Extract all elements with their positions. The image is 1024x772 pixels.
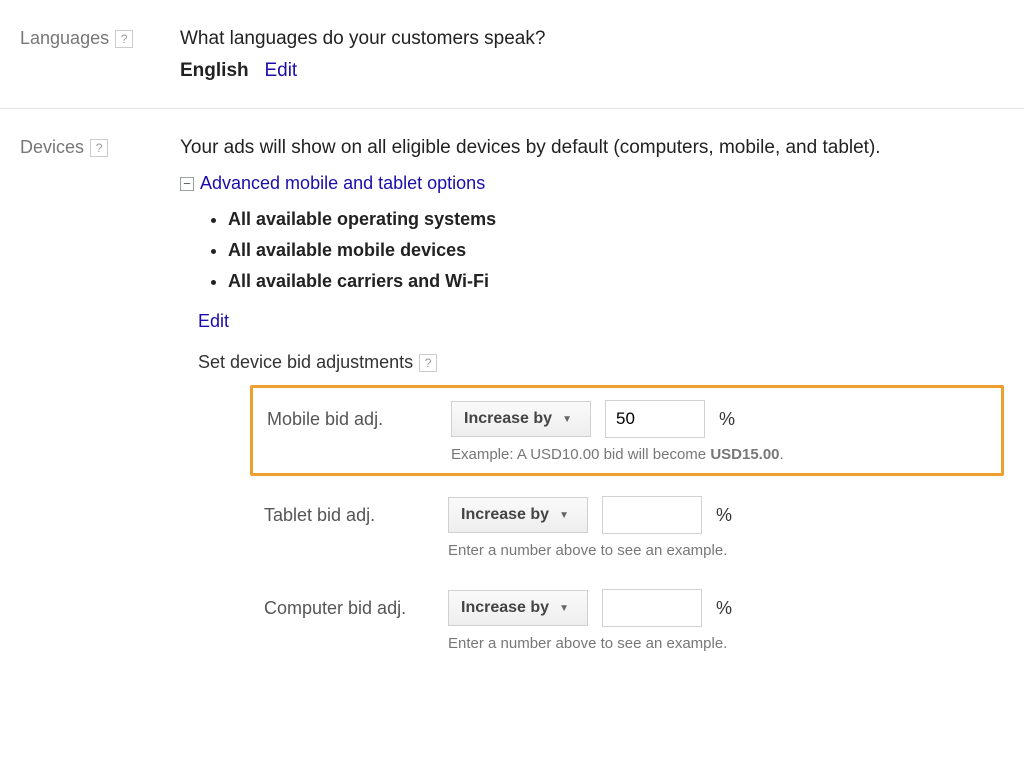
- help-icon[interactable]: ?: [115, 30, 133, 48]
- chevron-down-icon: ▼: [562, 414, 572, 425]
- hint-strong: USD15.00: [710, 446, 779, 463]
- list-item: All available mobile devices: [228, 235, 1004, 266]
- mobile-bid-row: Mobile bid adj. Increase by ▼ % Example:…: [250, 385, 1004, 476]
- tablet-bid-direction-dropdown[interactable]: Increase by ▼: [448, 497, 588, 533]
- languages-label-col: Languages ?: [20, 28, 180, 49]
- mobile-bid-label: Mobile bid adj.: [267, 409, 437, 430]
- percent-sign: %: [716, 598, 732, 619]
- languages-edit-link[interactable]: Edit: [264, 60, 297, 81]
- computer-bid-direction-dropdown[interactable]: Increase by ▼: [448, 590, 588, 626]
- languages-value-row: English Edit: [180, 60, 1004, 82]
- dropdown-label: Increase by: [461, 506, 549, 524]
- tablet-bid-value-input[interactable]: [602, 496, 702, 534]
- tablet-bid-controls: Tablet bid adj. Increase by ▼ %: [264, 496, 990, 534]
- chevron-down-icon: ▼: [559, 603, 569, 614]
- percent-sign: %: [716, 505, 732, 526]
- languages-heading: What languages do your customers speak?: [180, 28, 1004, 50]
- languages-section: Languages ? What languages do your custo…: [20, 10, 1004, 100]
- dropdown-label: Increase by: [464, 410, 552, 428]
- list-item: All available operating systems: [228, 204, 1004, 235]
- bid-rows: Mobile bid adj. Increase by ▼ % Example:…: [250, 385, 1004, 662]
- mobile-bid-hint: Example: A USD10.00 bid will become USD1…: [451, 446, 987, 463]
- languages-label: Languages: [20, 28, 109, 49]
- devices-label: Devices: [20, 137, 84, 158]
- dropdown-label: Increase by: [461, 599, 549, 617]
- devices-heading: Your ads will show on all eligible devic…: [180, 137, 1004, 159]
- devices-edit-row: Edit: [198, 311, 1004, 332]
- percent-sign: %: [719, 409, 735, 430]
- section-divider: [0, 108, 1024, 109]
- list-item: All available carriers and Wi-Fi: [228, 266, 1004, 297]
- help-icon[interactable]: ?: [419, 354, 437, 372]
- devices-section: Devices ? Your ads will show on all elig…: [20, 119, 1004, 688]
- hint-suffix: .: [780, 446, 784, 463]
- devices-label-col: Devices ?: [20, 137, 180, 158]
- computer-bid-hint: Enter a number above to see an example.: [448, 635, 990, 652]
- computer-bid-row: Computer bid adj. Increase by ▼ % Enter …: [250, 577, 1004, 662]
- tablet-bid-label: Tablet bid adj.: [264, 505, 434, 526]
- devices-content: Your ads will show on all eligible devic…: [180, 137, 1004, 670]
- help-icon[interactable]: ?: [90, 139, 108, 157]
- computer-bid-label: Computer bid adj.: [264, 598, 434, 619]
- tablet-bid-row: Tablet bid adj. Increase by ▼ % Enter a …: [250, 484, 1004, 569]
- hint-prefix: Example: A USD10.00 bid will become: [451, 446, 710, 463]
- collapse-icon[interactable]: −: [180, 177, 194, 191]
- bid-adj-subheading-row: Set device bid adjustments ?: [198, 352, 1004, 373]
- chevron-down-icon: ▼: [559, 510, 569, 521]
- advanced-options-expander[interactable]: − Advanced mobile and tablet options: [180, 173, 1004, 194]
- mobile-bid-value-input[interactable]: [605, 400, 705, 438]
- mobile-bid-direction-dropdown[interactable]: Increase by ▼: [451, 401, 591, 437]
- advanced-options-list: All available operating systems All avai…: [228, 204, 1004, 297]
- languages-value: English: [180, 60, 249, 81]
- computer-bid-controls: Computer bid adj. Increase by ▼ %: [264, 589, 990, 627]
- tablet-bid-hint: Enter a number above to see an example.: [448, 542, 990, 559]
- languages-content: What languages do your customers speak? …: [180, 28, 1004, 82]
- computer-bid-value-input[interactable]: [602, 589, 702, 627]
- advanced-options-label[interactable]: Advanced mobile and tablet options: [200, 173, 485, 194]
- mobile-bid-controls: Mobile bid adj. Increase by ▼ %: [267, 400, 987, 438]
- devices-edit-link[interactable]: Edit: [198, 311, 229, 331]
- bid-adj-subheading: Set device bid adjustments: [198, 352, 413, 373]
